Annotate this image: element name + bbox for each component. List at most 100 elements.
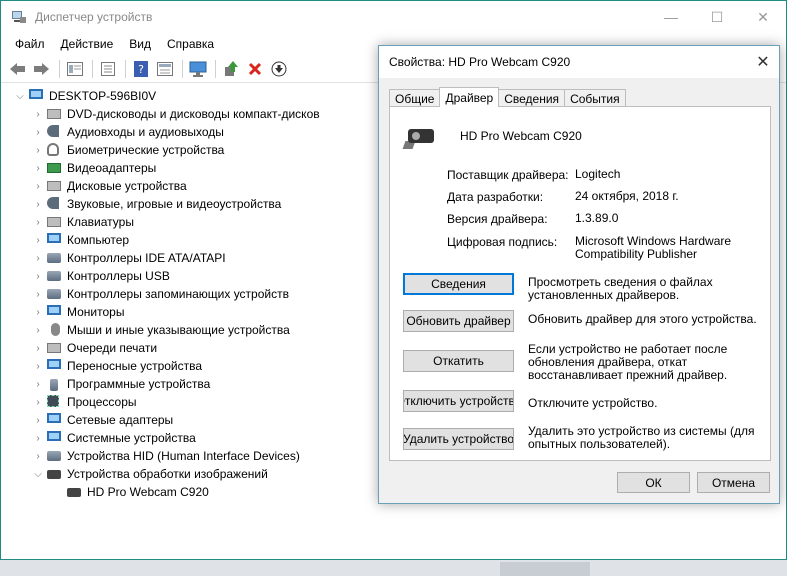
chevron-down-icon[interactable]: ⌵ (13, 91, 27, 102)
webcam-icon (402, 123, 438, 149)
chevron-right-icon[interactable]: › (31, 451, 45, 462)
tree-category-expanded[interactable]: ⌵ Устройства обработки изображений (1, 465, 381, 483)
keyboard-icon (47, 215, 63, 229)
window-controls: — ☐ ✕ (648, 1, 786, 33)
tree-category[interactable]: › Устройства HID (Human Interface Devices… (1, 447, 381, 465)
ok-button[interactable]: ОК (617, 472, 690, 493)
tree-category[interactable]: › Биометрические устройства (1, 141, 381, 159)
dialog-title-bar[interactable]: Свойства: HD Pro Webcam C920 ✕ (379, 46, 779, 78)
tree-category[interactable]: › Контроллеры IDE ATA/ATAPI (1, 249, 381, 267)
tree-category[interactable]: › Мыши и иные указывающие устройства (1, 321, 381, 339)
background-strip (0, 560, 787, 576)
view-icon[interactable] (154, 58, 176, 80)
tree-category[interactable]: › Аудиовходы и аудиовыходы (1, 123, 381, 141)
chevron-right-icon[interactable]: › (31, 181, 45, 192)
rollback-driver-button[interactable]: Откатить (403, 350, 514, 372)
forward-arrow-icon[interactable] (31, 58, 53, 80)
chevron-down-icon[interactable]: ⌵ (31, 469, 45, 480)
tree-category[interactable]: › Видеоадаптеры (1, 159, 381, 177)
tree-category-label: Устройства обработки изображений (67, 467, 268, 481)
version-label: Версия драйвера: (447, 212, 548, 226)
driver-details-button[interactable]: Сведения (403, 273, 514, 295)
chevron-right-icon[interactable]: › (31, 217, 45, 228)
tab-driver[interactable]: Драйвер (439, 87, 500, 107)
tree-category[interactable]: › Переносные устройства (1, 357, 381, 375)
dialog-tabs: Общие Драйвер Сведения События (389, 87, 626, 107)
tree-category[interactable]: › Очереди печати (1, 339, 381, 357)
chevron-right-icon[interactable]: › (31, 343, 45, 354)
tree-category[interactable]: › Звуковые, игровые и видеоустройства (1, 195, 381, 213)
chevron-right-icon[interactable]: › (31, 109, 45, 120)
monitor-scan-icon[interactable] (187, 58, 209, 80)
update-driver-button[interactable]: Обновить драйвер (403, 310, 514, 332)
update-driver-icon[interactable] (220, 58, 242, 80)
tree-category[interactable]: › Контроллеры USB (1, 267, 381, 285)
chevron-right-icon[interactable]: › (31, 307, 45, 318)
chevron-right-icon[interactable]: › (31, 379, 45, 390)
tree-category[interactable]: › Процессоры (1, 393, 381, 411)
disable-device-button[interactable]: Отключить устройство (403, 390, 514, 412)
chevron-right-icon[interactable]: › (31, 361, 45, 372)
chevron-right-icon[interactable]: › (31, 397, 45, 408)
storage-controller-icon (47, 287, 63, 301)
tab-details[interactable]: Сведения (498, 89, 566, 107)
tab-events[interactable]: События (564, 89, 626, 107)
chevron-right-icon[interactable]: › (31, 271, 45, 282)
tab-general[interactable]: Общие (389, 89, 441, 107)
cancel-button[interactable]: Отмена (697, 472, 770, 493)
maximize-button[interactable]: ☐ (694, 1, 740, 33)
uninstall-device-button[interactable]: Удалить устройство (403, 428, 514, 450)
menu-file[interactable]: Файл (7, 37, 53, 51)
tree-category[interactable]: › Сетевые адаптеры (1, 411, 381, 429)
chevron-right-icon[interactable]: › (31, 145, 45, 156)
rollback-driver-desc: Если устройство не работает после обновл… (528, 342, 728, 382)
menu-action[interactable]: Действие (53, 37, 122, 51)
show-hide-tree-icon[interactable] (64, 58, 86, 80)
chevron-right-icon[interactable]: › (31, 415, 45, 426)
chevron-right-icon[interactable]: › (31, 163, 45, 174)
help-icon[interactable]: ? (130, 58, 152, 80)
tree-category-label: Контроллеры запоминающих устройств (67, 287, 289, 301)
device-tree: ⌵ DESKTOP-596BI0V › DVD-дисководы и диско… (1, 85, 381, 559)
tree-category[interactable]: › Системные устройства (1, 429, 381, 447)
chevron-right-icon[interactable]: › (31, 325, 45, 336)
tree-category-label: Аудиовходы и аудиовыходы (67, 125, 224, 139)
signature-value-line2: Compatibility Publisher (575, 247, 698, 261)
tree-category[interactable]: › DVD-дисководы и дисководы компакт-диско… (1, 105, 381, 123)
close-button[interactable]: ✕ (740, 1, 786, 33)
tree-category[interactable]: › Дисковые устройства (1, 177, 381, 195)
date-value: 24 октября, 2018 г. (575, 189, 679, 203)
chevron-right-icon[interactable]: › (31, 289, 45, 300)
properties-dialog: Свойства: HD Pro Webcam C920 ✕ Общие Дра… (378, 45, 780, 504)
chevron-right-icon[interactable]: › (31, 433, 45, 444)
menu-help[interactable]: Справка (159, 37, 222, 51)
tree-category[interactable]: › Программные устройства (1, 375, 381, 393)
menu-view[interactable]: Вид (121, 37, 159, 51)
tree-category[interactable]: › Контроллеры запоминающих устройств (1, 285, 381, 303)
system-device-icon (47, 431, 63, 445)
network-adapter-icon (47, 413, 63, 427)
dialog-close-button[interactable]: ✕ (747, 46, 779, 78)
chevron-right-icon[interactable]: › (31, 127, 45, 138)
chevron-right-icon[interactable]: › (31, 253, 45, 264)
tree-root[interactable]: ⌵ DESKTOP-596BI0V (1, 87, 381, 105)
chevron-right-icon[interactable]: › (31, 199, 45, 210)
tree-category[interactable]: › Клавиатуры (1, 213, 381, 231)
tree-category[interactable]: › Мониторы (1, 303, 381, 321)
tree-category-label: Контроллеры IDE ATA/ATAPI (67, 251, 226, 265)
tree-category-label: Системные устройства (67, 431, 196, 445)
tree-device-webcam[interactable]: HD Pro Webcam C920 (1, 483, 381, 501)
ide-controller-icon (47, 251, 63, 265)
remove-device-icon[interactable] (244, 58, 266, 80)
chevron-right-icon[interactable]: › (31, 235, 45, 246)
tree-category-label: Переносные устройства (67, 359, 203, 373)
title-bar[interactable]: Диспетчер устройств — ☐ ✕ (1, 1, 786, 33)
back-arrow-icon[interactable] (7, 58, 29, 80)
minimize-button[interactable]: — (648, 1, 694, 33)
properties-icon[interactable] (97, 58, 119, 80)
fingerprint-icon (47, 143, 63, 157)
software-device-icon (47, 377, 63, 391)
tree-category[interactable]: › Компьютер (1, 231, 381, 249)
download-icon[interactable] (268, 58, 290, 80)
tree-root-label: DESKTOP-596BI0V (49, 89, 157, 103)
